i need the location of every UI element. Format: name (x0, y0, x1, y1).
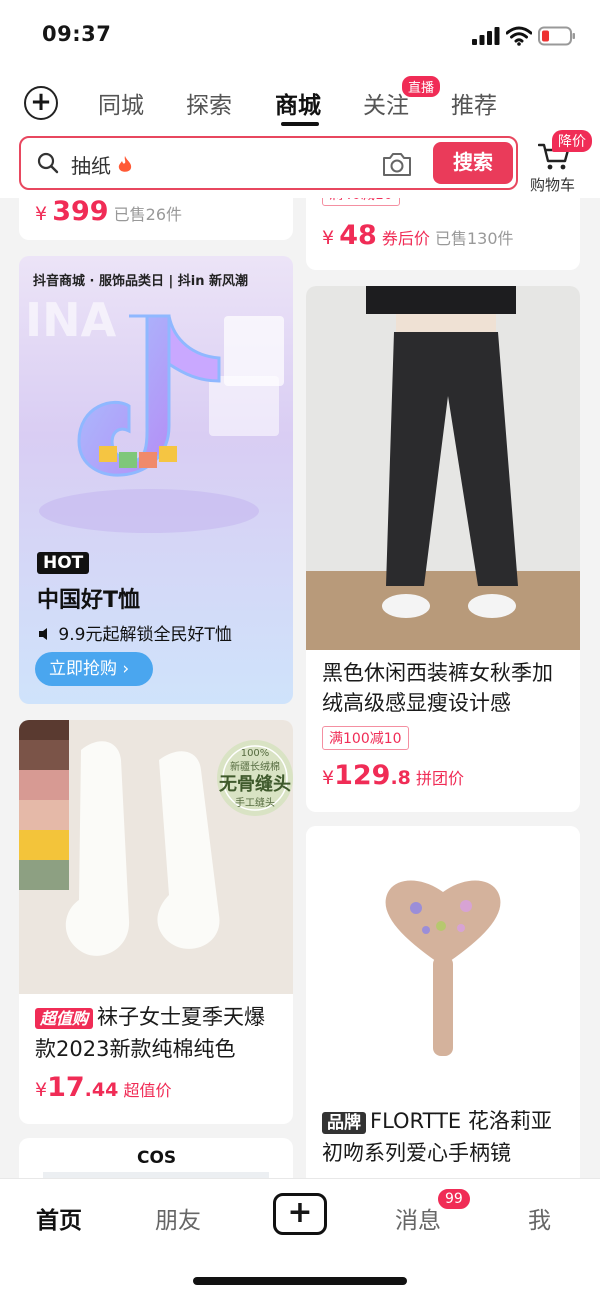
message-count-badge: 99 (436, 1187, 472, 1211)
promo-banner[interactable]: 抖音商城 · 服饰品类日 | 抖in 新风潮 INA HOT 中国好T恤 9.9… (19, 256, 293, 704)
home-indicator[interactable] (193, 1277, 407, 1285)
cart-label: 购物车 (530, 176, 576, 194)
tiktok-logo-3d-image: INA (25, 293, 284, 533)
add-circle-icon[interactable]: + (24, 86, 58, 120)
coupon-tag: 满40减10 (322, 198, 400, 206)
currency-symbol: ¥ (35, 1079, 48, 1101)
tab-mall[interactable]: 商城 (275, 86, 321, 120)
price-note: 超值价 (123, 1081, 172, 1100)
badge-line-3: 无骨缝头 (219, 773, 291, 795)
buy-now-button[interactable]: 立即抢购 › (35, 652, 153, 686)
banner-subtitle: 9.9元起解锁全民好T恤 (37, 620, 232, 645)
status-bar: 09:37 (0, 0, 600, 72)
tab-recommend[interactable]: 推荐 (451, 86, 497, 120)
plus-icon: + (287, 1195, 313, 1230)
speaker-icon (39, 628, 47, 640)
product-card-partial-right[interactable]: 满40减10 ¥ 48 券后价 已售130件 (306, 198, 580, 270)
product-title: 超值购 袜子女士夏季天爆款2023新款纯棉纯色 (35, 1002, 283, 1064)
banner-title: 中国好T恤 (37, 588, 141, 613)
live-badge: 直播 (402, 76, 441, 97)
product-card-partial-left[interactable]: ¥ 399 已售26件 (19, 198, 293, 240)
price-note: 拼团价 (416, 769, 465, 788)
cart-button[interactable]: 降价 购物车 (528, 130, 592, 196)
svg-text:INA: INA (25, 293, 117, 347)
cellular-signal-icon (472, 27, 500, 45)
banner-subtitle-text: 9.9元起解锁全民好T恤 (58, 625, 232, 645)
tab-explore[interactable]: 探索 (186, 86, 232, 120)
brand-tag: 品牌 (322, 1112, 366, 1134)
currency-symbol: ¥ (35, 203, 48, 225)
search-row: 抽纸 搜索 降价 购物车 (0, 130, 600, 198)
nav-me[interactable]: 我 (528, 1201, 551, 1235)
product-card-socks[interactable]: 100% 新疆长绒棉 无骨缝头 手工缝头 超值购 袜子女士夏季天爆款2023新款纯… (19, 720, 293, 1124)
badge-line-1: 100% (241, 748, 270, 759)
product-card-cos[interactable]: COS (19, 1138, 293, 1178)
tab-tongcheng[interactable]: 同城 (98, 86, 144, 120)
badge-line-2: 新疆长绒棉 (230, 760, 280, 773)
search-query[interactable]: 抽纸 (71, 150, 133, 179)
search-button[interactable]: 搜索 (433, 142, 513, 184)
badge-line-4: 手工缝头 (235, 796, 275, 809)
search-box[interactable]: 抽纸 搜索 (19, 136, 518, 190)
active-tab-indicator (281, 122, 319, 126)
status-time: 09:37 (42, 22, 112, 46)
currency-symbol: ¥ (322, 767, 335, 789)
currency-symbol: ¥ (322, 227, 335, 249)
hot-tag: HOT (37, 552, 90, 574)
product-card-mirror[interactable]: 品牌 FLORTTE 花洛莉亚初吻系列爱心手柄镜 (306, 826, 580, 1178)
fire-icon (119, 156, 132, 172)
nav-messages[interactable]: 消息 (395, 1201, 441, 1235)
product-card-pants[interactable]: 黑色休闲西装裤女秋季加绒高级感显瘦设计感 满100减10 ¥129.8 拼团价 (306, 286, 580, 812)
wifi-icon (506, 26, 532, 46)
coupon-tag: 满100减10 (322, 726, 409, 750)
product-title: 品牌 FLORTTE 花洛莉亚初吻系列爱心手柄镜 (322, 1106, 572, 1168)
bottom-nav: 首页 朋友 + 消息 99 我 (0, 1178, 600, 1298)
price-decimal: .8 (390, 767, 411, 789)
value-deal-tag: 超值购 (35, 1008, 94, 1029)
product-image-mirror (306, 826, 580, 1098)
create-button[interactable]: + (273, 1193, 327, 1235)
nav-friends[interactable]: 朋友 (155, 1201, 201, 1235)
price-note: 券后价 (381, 229, 430, 248)
battery-low-icon (538, 26, 575, 46)
search-icon (37, 152, 59, 174)
price-drop-badge: 降价 (552, 130, 592, 152)
product-image-pants (306, 286, 580, 650)
price-value: 399 (52, 198, 109, 227)
price: ¥ 399 (35, 198, 114, 227)
search-query-text: 抽纸 (71, 154, 111, 178)
brand-logo-cos: COS (137, 1148, 177, 1168)
price-integer: 129 (334, 760, 391, 791)
camera-icon[interactable] (381, 150, 413, 178)
price-integer: 17 (47, 1072, 85, 1103)
sold-count: 已售130件 (434, 229, 514, 248)
price-row: ¥ 399 已售26件 (35, 198, 182, 227)
price: ¥ 48 券后价 (322, 220, 435, 251)
sold-count: 已售26件 (113, 205, 183, 224)
price-decimal: .44 (84, 1079, 119, 1101)
price-row: ¥129.8 拼团价 (322, 760, 464, 791)
nav-home[interactable]: 首页 (36, 1201, 82, 1235)
product-title: 黑色休闲西装裤女秋季加绒高级感显瘦设计感 (322, 661, 553, 715)
product-image-socks: 100% 新疆长绒棉 无骨缝头 手工缝头 (19, 720, 293, 994)
price-row: ¥17.44 超值价 (35, 1072, 171, 1103)
price-row: ¥ 48 券后价 已售130件 (322, 220, 514, 251)
top-nav: + 同城 探索 商城 关注 直播 推荐 (0, 72, 600, 132)
price-value: 48 (339, 220, 377, 251)
product-feed: ¥ 399 已售26件 满40减10 ¥ 48 券后价 已售130件 抖音商城 … (0, 198, 600, 1178)
